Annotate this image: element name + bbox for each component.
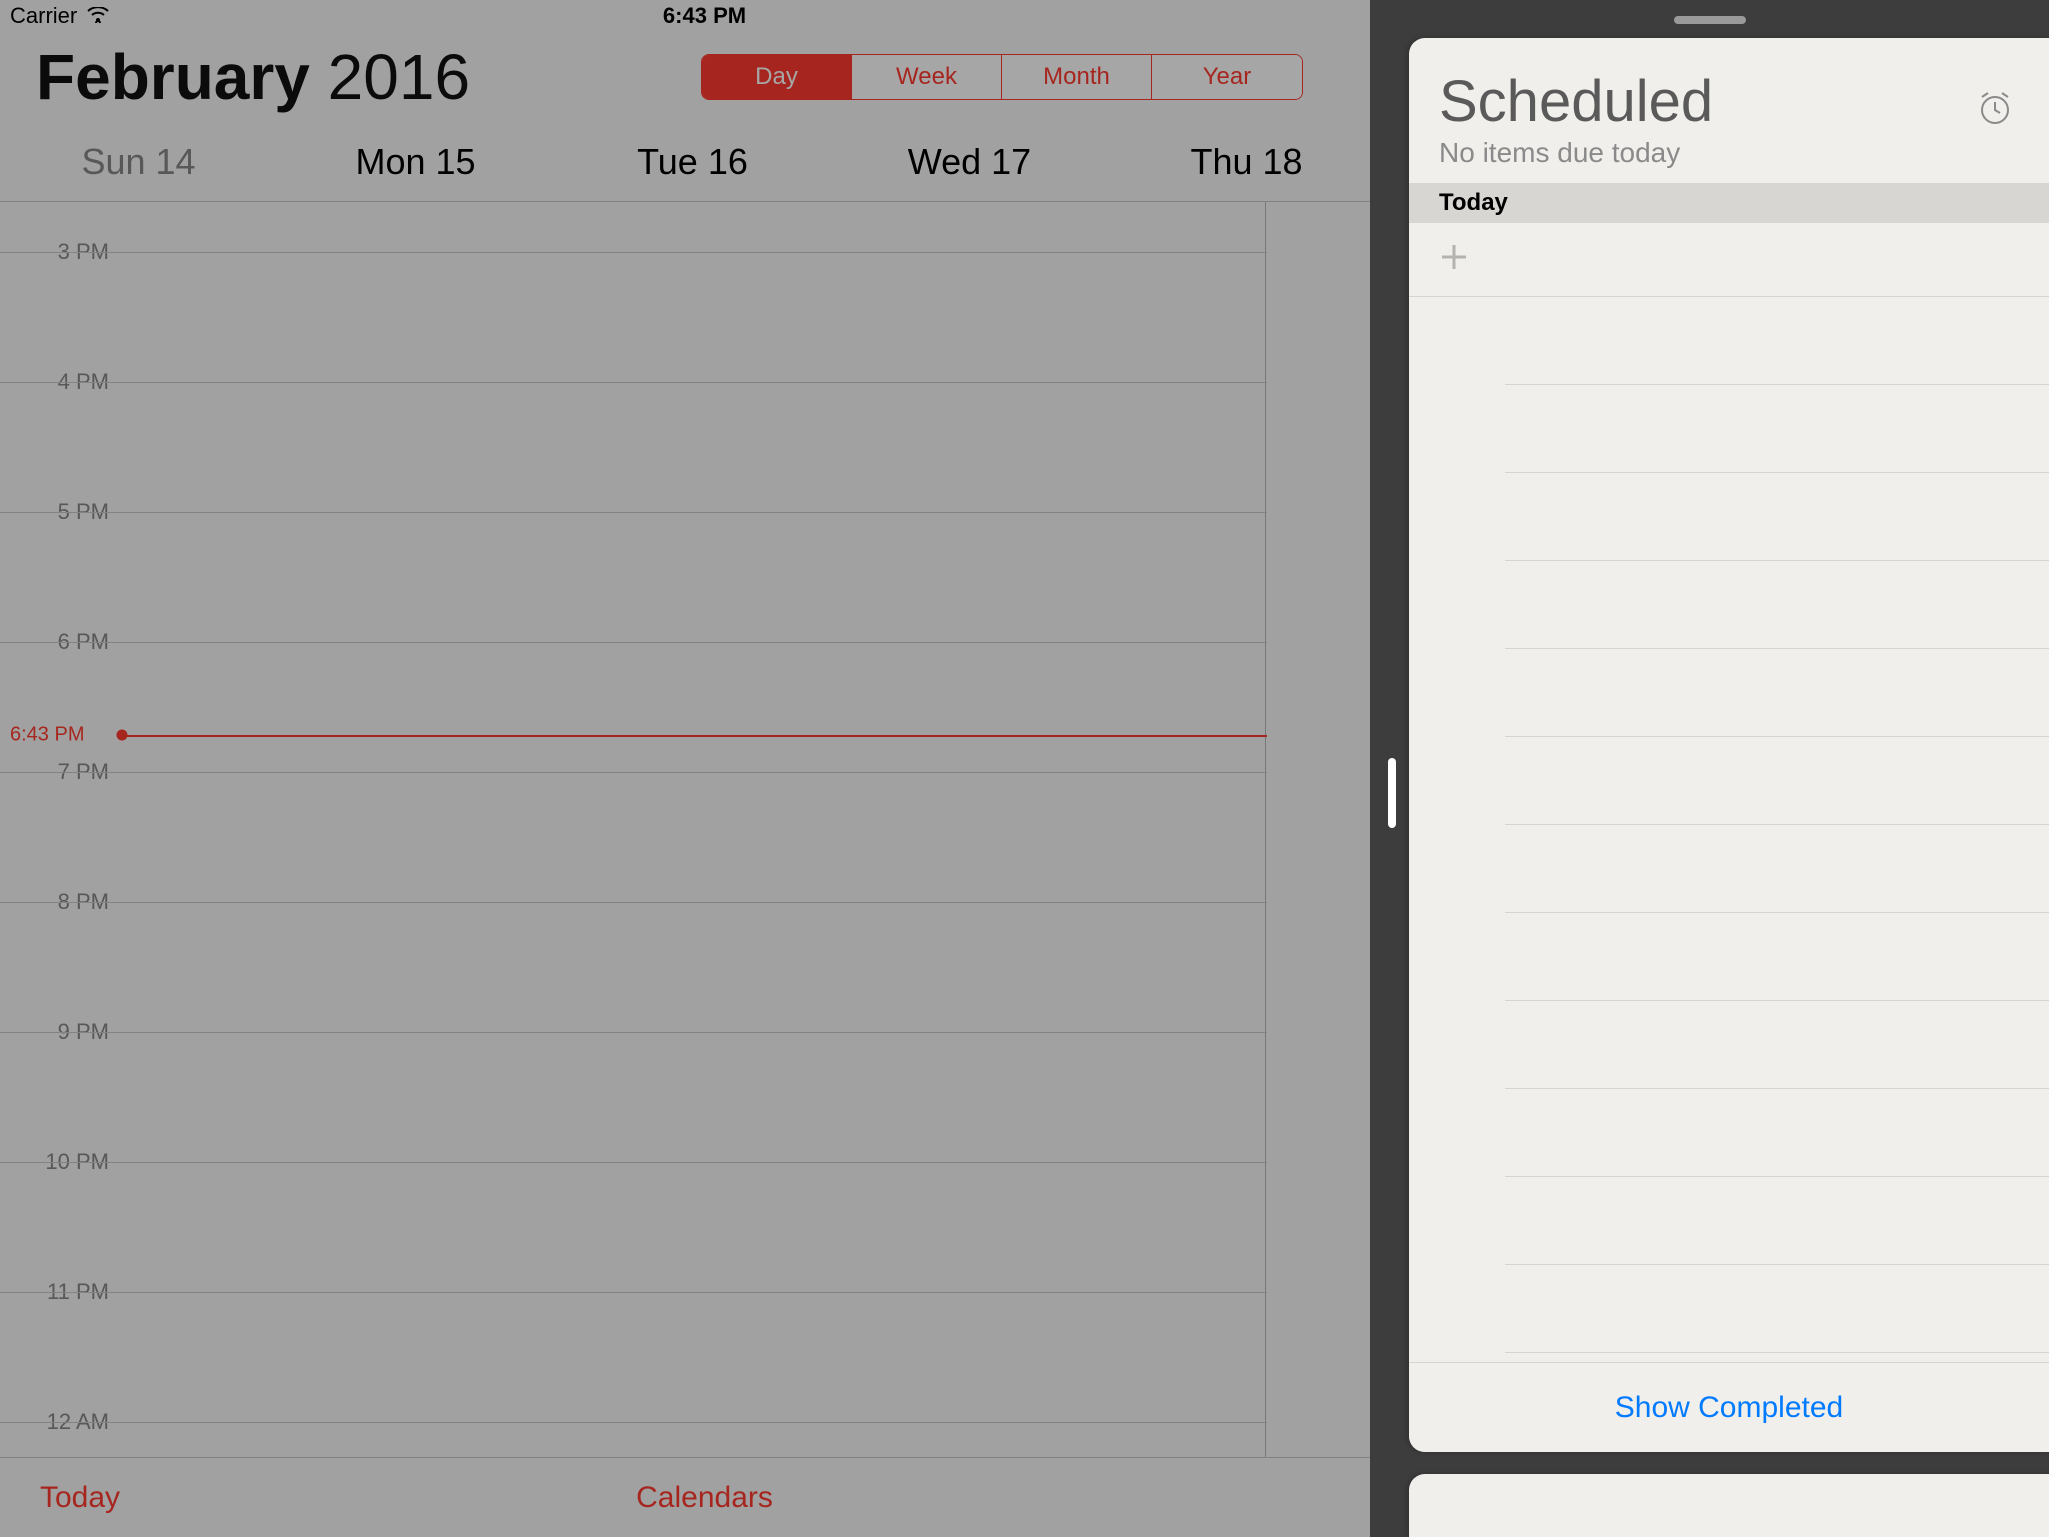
alarm-clock-icon[interactable]: [1975, 88, 2015, 133]
list-item[interactable]: [1505, 913, 2049, 1001]
hour-line: [0, 1162, 1267, 1163]
status-carrier: Carrier: [10, 3, 77, 29]
hour-line: [0, 642, 1267, 643]
reminders-title: Scheduled: [1439, 68, 2019, 135]
list-item[interactable]: [1505, 825, 2049, 913]
weekday-mon[interactable]: Mon 15: [277, 141, 554, 183]
status-time: 6:43 PM: [663, 3, 746, 29]
wifi-icon: [87, 3, 109, 29]
weekday-header-row: Sun 14 Mon 15 Tue 16 Wed 17 Thu 18: [0, 122, 1409, 202]
calendar-toolbar: Today Calendars: [0, 1457, 1409, 1537]
weekday-tue[interactable]: Tue 16: [554, 141, 831, 183]
segment-week[interactable]: Week: [852, 55, 1002, 99]
today-button[interactable]: Today: [40, 1481, 120, 1515]
hour-line: [0, 772, 1267, 773]
calendar-title: February 2016: [36, 40, 470, 114]
hour-line: [0, 1032, 1267, 1033]
now-indicator-line: [117, 735, 1267, 737]
hour-line: [0, 512, 1267, 513]
hour-line: [0, 382, 1267, 383]
now-time-label: 6:43 PM: [10, 724, 84, 747]
status-bar: Carrier 6:43 PM: [0, 0, 1409, 32]
weekday-sun[interactable]: Sun 14: [0, 141, 277, 183]
weekday-thu[interactable]: Thu 18: [1108, 141, 1385, 183]
reminders-panel: Scheduled No items due today Today: [1409, 38, 2049, 1452]
reminder-list[interactable]: [1409, 223, 2049, 1353]
list-item[interactable]: [1505, 1177, 2049, 1265]
list-item[interactable]: [1505, 561, 2049, 649]
slideover-top-handle[interactable]: [1674, 16, 1746, 24]
hour-line: [0, 252, 1267, 253]
add-reminder-row[interactable]: [1409, 223, 2049, 297]
next-list-card-peek[interactable]: [1409, 1474, 2049, 1537]
plus-icon[interactable]: [1439, 242, 1469, 277]
calendar-header: February 2016 Day Week Month Year: [0, 32, 1409, 122]
list-item[interactable]: [1505, 649, 2049, 737]
list-item[interactable]: [1505, 385, 2049, 473]
list-item[interactable]: [1505, 1089, 2049, 1177]
slideover-resize-handle[interactable]: [1388, 758, 1396, 828]
hour-line: [0, 1292, 1267, 1293]
day-grid[interactable]: 3 PM 4 PM 5 PM 6 PM 7 PM 8 PM 9 PM 10 PM…: [0, 202, 1409, 1458]
list-item[interactable]: [1505, 473, 2049, 561]
view-segmented-control[interactable]: Day Week Month Year: [701, 54, 1303, 100]
list-item[interactable]: [1505, 737, 2049, 825]
reminders-subtitle: No items due today: [1439, 137, 2019, 169]
hour-line: [0, 902, 1267, 903]
section-today: Today: [1409, 183, 2049, 223]
segment-day[interactable]: Day: [702, 55, 852, 99]
hour-line: [0, 1422, 1267, 1423]
list-item[interactable]: [1505, 1265, 2049, 1353]
reminders-header: Scheduled No items due today: [1409, 38, 2049, 183]
show-completed-button[interactable]: Show Completed: [1615, 1391, 1843, 1425]
list-item[interactable]: [1505, 297, 2049, 385]
weekday-wed[interactable]: Wed 17: [831, 141, 1108, 183]
calendars-button[interactable]: Calendars: [636, 1481, 773, 1515]
segment-month[interactable]: Month: [1002, 55, 1152, 99]
day-column-divider: [1265, 202, 1266, 1458]
list-item[interactable]: [1505, 1001, 2049, 1089]
reminders-footer: Show Completed: [1409, 1362, 2049, 1452]
calendar-app: Carrier 6:43 PM February 2016 Day Week M…: [0, 0, 1409, 1537]
segment-year[interactable]: Year: [1152, 55, 1302, 99]
